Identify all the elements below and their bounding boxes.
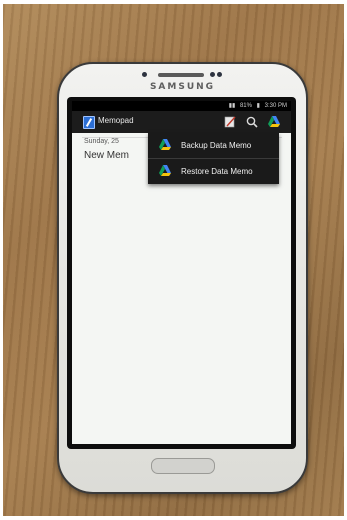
- photo-background: SAMSUNG ▮▮ 81% ▮ 3:30 PM Memopad Sunday,…: [3, 4, 344, 516]
- menu-item-restore-data-memo[interactable]: Restore Data Memo: [148, 159, 279, 184]
- earpiece-speaker: [158, 73, 204, 77]
- action-bar: Memopad: [72, 111, 291, 133]
- memopad-app-icon[interactable]: [83, 116, 95, 129]
- clock: 3:30 PM: [264, 103, 287, 109]
- phone-body: SAMSUNG ▮▮ 81% ▮ 3:30 PM Memopad Sunday,…: [57, 62, 308, 494]
- overflow-menu: Backup Data Memo Restore Data Memo: [148, 133, 279, 184]
- memo-date: Sunday, 25: [84, 138, 119, 145]
- menu-item-label: Restore Data Memo: [181, 167, 253, 176]
- google-drive-icon[interactable]: [267, 115, 281, 129]
- new-memo-icon[interactable]: [223, 115, 237, 129]
- screen: ▮▮ 81% ▮ 3:30 PM Memopad Sunday, 25 New …: [72, 101, 291, 444]
- screen-bezel: ▮▮ 81% ▮ 3:30 PM Memopad Sunday, 25 New …: [67, 97, 296, 449]
- battery-icon: ▮: [256, 103, 260, 109]
- light-sensor: [217, 72, 222, 77]
- brand-logo: SAMSUNG: [149, 82, 216, 92]
- memo-title[interactable]: New Mem: [84, 150, 129, 161]
- google-drive-icon: [159, 139, 171, 150]
- battery-level: 81%: [239, 103, 252, 109]
- app-title: Memopad: [98, 116, 134, 125]
- search-icon[interactable]: [245, 115, 259, 129]
- google-drive-icon: [159, 165, 171, 176]
- menu-item-backup-data-memo[interactable]: Backup Data Memo: [148, 133, 279, 158]
- signal-icon: ▮▮: [228, 103, 236, 109]
- home-button[interactable]: [151, 458, 215, 474]
- menu-item-label: Backup Data Memo: [181, 141, 252, 150]
- status-bar: ▮▮ 81% ▮ 3:30 PM: [72, 101, 291, 111]
- front-camera: [210, 72, 215, 77]
- proximity-sensor: [142, 72, 147, 77]
